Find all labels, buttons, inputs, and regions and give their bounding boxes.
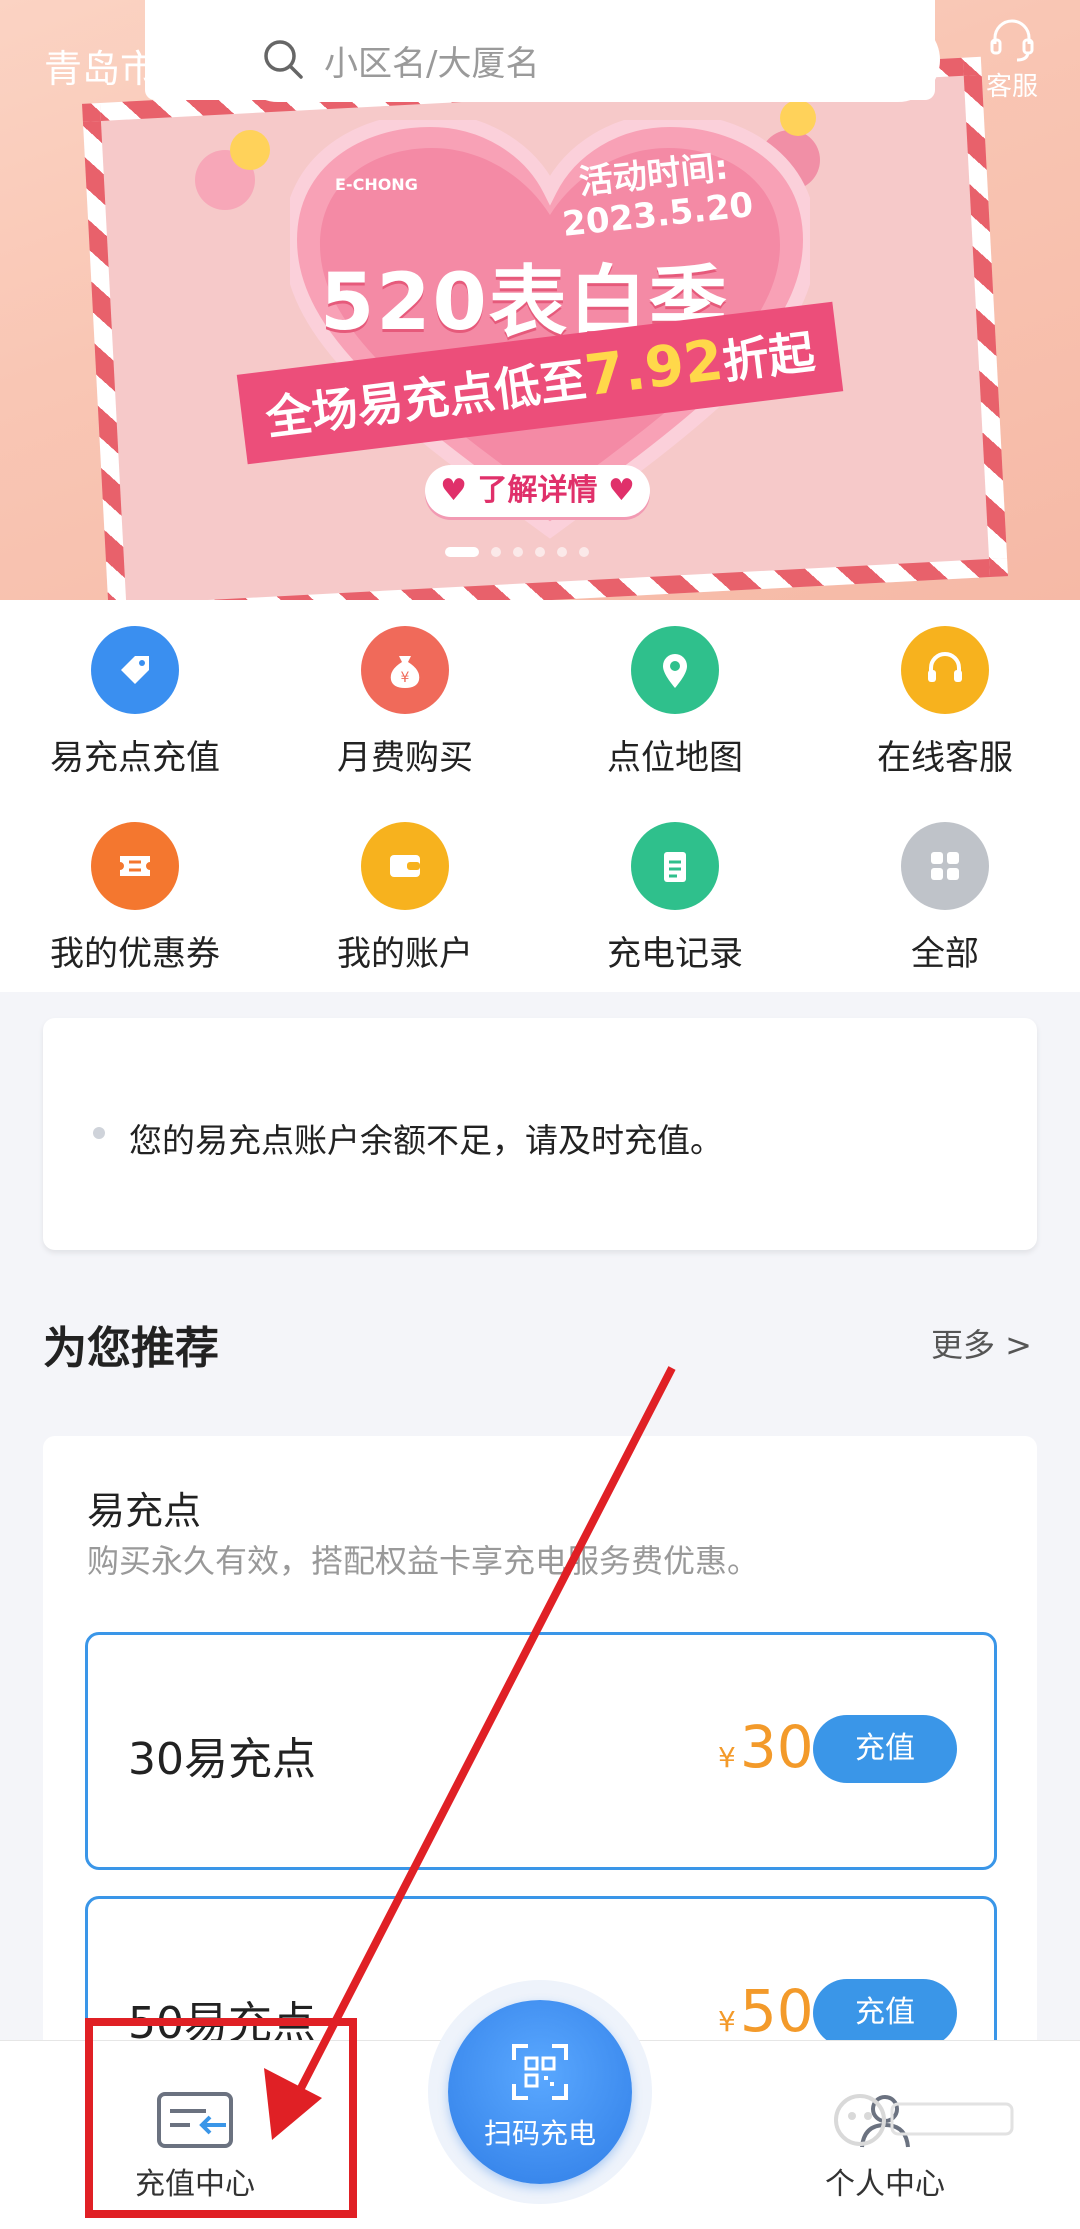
quick-item-account[interactable]: 我的账户 bbox=[270, 822, 540, 975]
search-icon bbox=[264, 40, 303, 79]
service-label: 客服 bbox=[985, 72, 1038, 102]
balance-notice-card[interactable]: 您的易充点账户余额不足，请及时充值。 bbox=[43, 1018, 1037, 1250]
carousel-dot bbox=[513, 547, 523, 557]
coupon-icon bbox=[91, 822, 179, 910]
recharge-button[interactable]: 充值 bbox=[813, 1979, 957, 2047]
echong-logo: E-CHONG bbox=[335, 175, 418, 194]
city-selector[interactable]: 青岛市 bbox=[44, 38, 158, 93]
annotation-highlight-box bbox=[85, 2018, 357, 2218]
search-placeholder: 小区名/大厦名 bbox=[324, 43, 540, 84]
quick-item-all[interactable]: 全部 bbox=[810, 822, 1080, 975]
search-input[interactable]: 小区名/大厦名 bbox=[236, 18, 940, 102]
carousel-dot-active bbox=[445, 547, 479, 557]
section-title: 为您推荐 bbox=[43, 1323, 219, 1374]
recommend-card: 易充点 购买永久有效，搭配权益卡享充电服务费优惠。 30易充点 ¥30 充值 5… bbox=[43, 1436, 1037, 2134]
clipboard-icon bbox=[631, 822, 719, 910]
flower-decoration bbox=[230, 130, 270, 170]
tag-icon bbox=[91, 626, 179, 714]
learn-more-button[interactable]: ♥ 了解详情 ♥ bbox=[425, 465, 650, 517]
headset-icon bbox=[901, 626, 989, 714]
notice-text: 您的易充点账户余额不足，请及时充值。 bbox=[129, 1121, 723, 1160]
quick-actions-grid: 易充点充值 ¥ 月费购买 点位地图 在线客服 我的优惠券 我的账户 充电记录 全… bbox=[0, 600, 1080, 992]
scan-charge-button[interactable]: 扫码充电 bbox=[448, 2000, 632, 2184]
scan-label: 扫码充电 bbox=[483, 2117, 596, 2150]
product-description: 购买永久有效，搭配权益卡享充电服务费优惠。 bbox=[87, 1542, 760, 1580]
product-name: 易充点 bbox=[87, 1489, 202, 1533]
package-option[interactable]: 30易充点 ¥30 充值 bbox=[85, 1632, 997, 1870]
svg-text:¥: ¥ bbox=[401, 670, 410, 686]
grid-icon bbox=[901, 822, 989, 910]
carousel-dot bbox=[535, 547, 545, 557]
quick-item-coupons[interactable]: 我的优惠券 bbox=[0, 822, 270, 975]
quick-item-recharge[interactable]: 易充点充值 bbox=[0, 626, 270, 779]
money-bag-icon: ¥ bbox=[361, 626, 449, 714]
carousel-dot bbox=[579, 547, 589, 557]
quick-item-online-service[interactable]: 在线客服 bbox=[810, 626, 1080, 779]
headset-icon bbox=[990, 19, 1034, 62]
package-price: ¥50 bbox=[718, 1977, 814, 2045]
carousel-indicator bbox=[445, 547, 589, 557]
quick-item-charge-records[interactable]: 充电记录 bbox=[540, 822, 810, 975]
watermark-logo bbox=[830, 2090, 1030, 2160]
package-name: 30易充点 bbox=[128, 1734, 316, 1785]
quick-item-map[interactable]: 点位地图 bbox=[540, 626, 810, 779]
customer-service-button[interactable]: 客服 bbox=[980, 16, 1044, 103]
map-pin-icon bbox=[631, 626, 719, 714]
bullet-dot bbox=[93, 1127, 105, 1139]
package-price: ¥30 bbox=[718, 1713, 814, 1781]
carousel-dot bbox=[491, 547, 501, 557]
more-link[interactable]: 更多 > bbox=[931, 1320, 1032, 1366]
tab-label: 个人中心 bbox=[825, 2167, 945, 2202]
qr-scan-icon bbox=[512, 2044, 568, 2100]
quick-item-monthly[interactable]: ¥ 月费购买 bbox=[270, 626, 540, 779]
carousel-dot bbox=[557, 547, 567, 557]
recharge-button[interactable]: 充值 bbox=[813, 1715, 957, 1783]
wallet-icon bbox=[361, 822, 449, 910]
